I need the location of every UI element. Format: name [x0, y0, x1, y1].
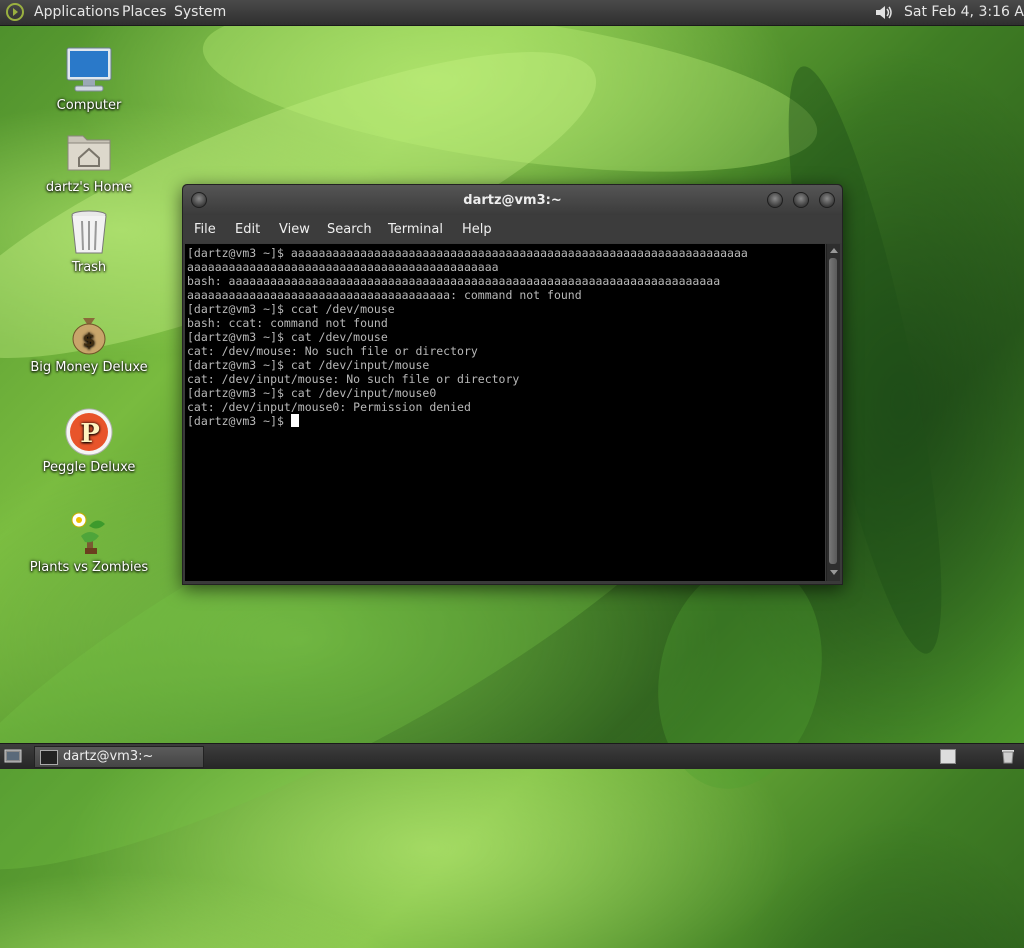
workspace-switcher-icon[interactable] [940, 749, 956, 764]
desktop-icon-computer[interactable]: Computer [29, 44, 149, 113]
terminal-line: bash: ccat: command not found [187, 316, 388, 330]
applications-menu[interactable]: Applications [34, 4, 120, 20]
terminal-scrollbar[interactable] [826, 244, 840, 581]
desktop-icon-big-money-deluxe[interactable]: $ Big Money Deluxe [29, 306, 149, 375]
scroll-down-arrow-icon[interactable] [830, 570, 838, 575]
clock[interactable]: Sat Feb 4, 3:16 AM [904, 4, 1024, 20]
speaker-volume-icon[interactable] [874, 3, 894, 22]
wallpaper-leaf [193, 0, 827, 203]
desktop-icon-plants-vs-zombies[interactable]: Plants vs Zombies [29, 506, 149, 575]
terminal-lines: [dartz@vm3 ~]$ aaaaaaaaaaaaaaaaaaaaaaaaa… [185, 244, 825, 428]
terminal-icon [40, 750, 58, 765]
terminal-output[interactable]: [dartz@vm3 ~]$ aaaaaaaaaaaaaaaaaaaaaaaaa… [185, 244, 825, 581]
svg-text:P: P [80, 419, 100, 449]
terminal-line: cat: /dev/input/mouse: No such file or d… [187, 372, 520, 386]
desktop-icon-trash[interactable]: Trash [29, 206, 149, 275]
menu-view[interactable]: View [279, 222, 310, 237]
desktop-icon-label: dartz's Home [45, 180, 133, 195]
terminal-line: [dartz@vm3 ~]$ cat /dev/input/mouse0 [187, 386, 437, 400]
terminal-window[interactable]: dartz@vm3:~ File Edit View Search Termin… [182, 184, 843, 585]
gnome-foot-icon[interactable] [6, 3, 24, 21]
terminal-line: aaaaaaaaaaaaaaaaaaaaaaaaaaaaaaaaaaaaaa: … [187, 288, 582, 302]
close-button[interactable] [819, 192, 835, 208]
menu-edit[interactable]: Edit [235, 222, 260, 237]
terminal-prompt-line[interactable]: [dartz@vm3 ~]$ [187, 414, 825, 428]
svg-text:$: $ [83, 330, 96, 351]
terminal-line: [dartz@vm3 ~]$ cat /dev/input/mouse [187, 358, 430, 372]
menu-help[interactable]: Help [462, 222, 492, 237]
bottom-panel: dartz@vm3:~ [0, 743, 1024, 769]
terminal-line: [dartz@vm3 ~]$ cat /dev/mouse [187, 330, 388, 344]
scrollbar-thumb[interactable] [829, 258, 837, 564]
menu-terminal[interactable]: Terminal [388, 222, 443, 237]
terminal-line: cat: /dev/mouse: No such file or directo… [187, 344, 478, 358]
terminal-line: cat: /dev/input/mouse0: Permission denie… [187, 400, 471, 414]
taskbar-terminal-button[interactable]: dartz@vm3:~ [34, 746, 204, 768]
desktop-icon-home[interactable]: dartz's Home [29, 126, 149, 195]
desktop-icon-label: Big Money Deluxe [30, 360, 148, 375]
home-folder-icon [67, 135, 111, 171]
desktop-icon-label: Peggle Deluxe [42, 460, 136, 475]
terminal-line: bash: aaaaaaaaaaaaaaaaaaaaaaaaaaaaaaaaaa… [187, 274, 721, 288]
window-titlebar[interactable]: dartz@vm3:~ [183, 185, 842, 215]
terminal-line: [dartz@vm3 ~]$ aaaaaaaaaaaaaaaaaaaaaaaaa… [187, 246, 748, 260]
trash-applet-icon[interactable] [1000, 747, 1016, 764]
terminal-line: aaaaaaaaaaaaaaaaaaaaaaaaaaaaaaaaaaaaaaaa… [187, 260, 499, 274]
window-title: dartz@vm3:~ [463, 193, 562, 208]
top-panel: Applications Places System Sat Feb 4, 3:… [0, 0, 1024, 26]
menu-file[interactable]: File [194, 222, 216, 237]
places-menu[interactable]: Places [122, 4, 167, 20]
terminal-prompt: [dartz@vm3 ~]$ [187, 414, 291, 428]
computer-monitor-icon [66, 47, 112, 92]
maximize-button[interactable] [793, 192, 809, 208]
text-cursor [290, 414, 299, 427]
terminal-line: [dartz@vm3 ~]$ ccat /dev/mouse [187, 302, 395, 316]
menu-search[interactable]: Search [327, 222, 372, 237]
money-bag-icon: $ [72, 318, 106, 355]
peggle-icon: P [65, 408, 113, 456]
scroll-up-arrow-icon[interactable] [830, 248, 838, 253]
show-desktop-icon[interactable] [4, 748, 22, 764]
trash-can-icon [71, 210, 107, 254]
minimize-button[interactable] [767, 192, 783, 208]
taskbar-button-label: dartz@vm3:~ [63, 749, 154, 764]
desktop-icon-peggle-deluxe[interactable]: P Peggle Deluxe [29, 406, 149, 475]
desktop-icon-label: Trash [71, 260, 107, 275]
plants-vs-zombies-icon [71, 512, 105, 554]
desktop-icon-label: Computer [56, 98, 122, 113]
desktop-icon-label: Plants vs Zombies [29, 560, 149, 575]
system-menu[interactable]: System [174, 4, 226, 20]
terminal-menubar: File Edit View Search Terminal Help [183, 215, 842, 243]
